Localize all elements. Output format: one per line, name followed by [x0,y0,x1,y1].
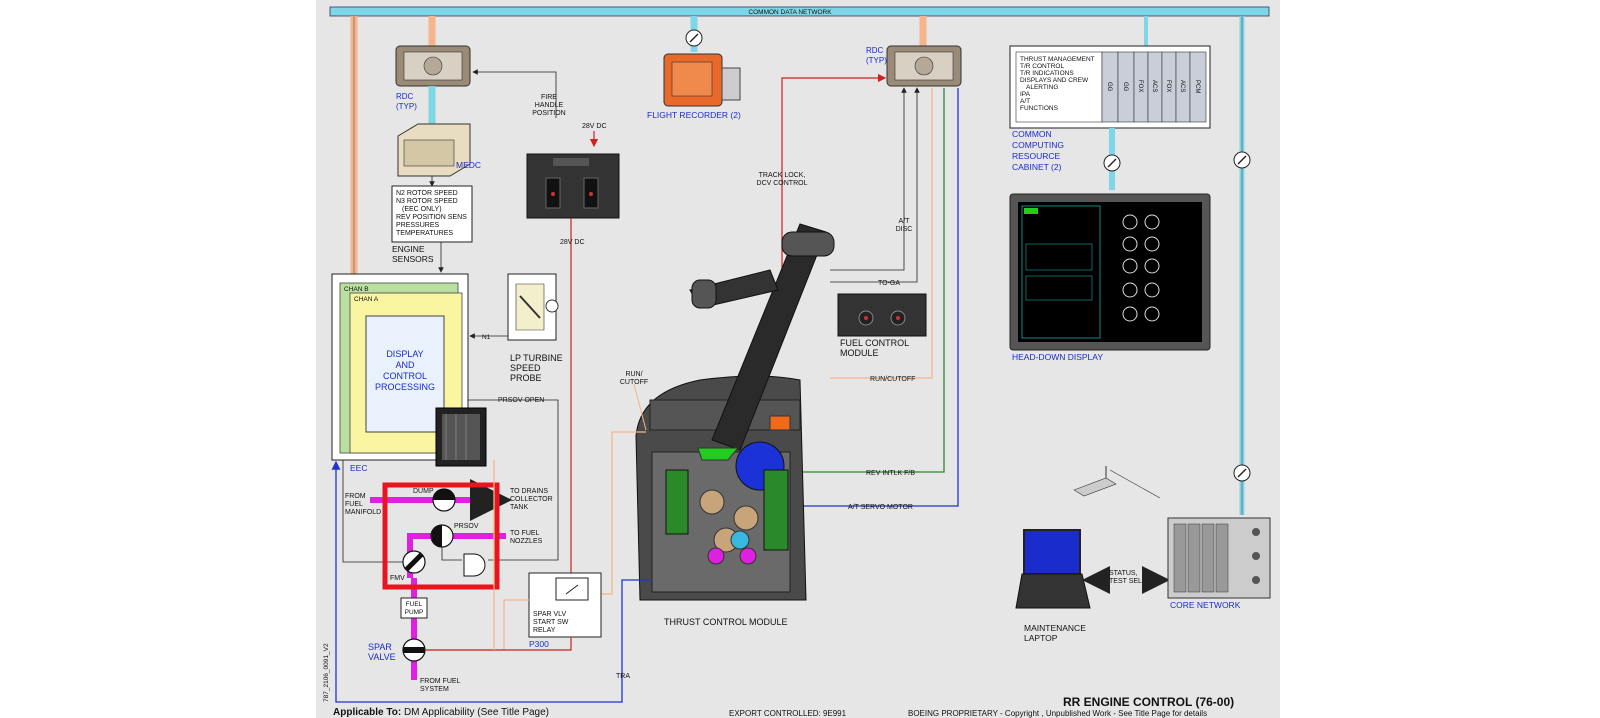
prsov-open-label: PRSOV OPEN [498,397,544,404]
thrust-control-module-label: THRUST CONTROL MODULE [664,617,788,627]
fmv-label: FMV [390,575,405,582]
switch-icon [1103,154,1121,172]
at-disc-label: A/T DISC [896,218,913,233]
ccr-card-2: GG [1122,82,1128,92]
fuel-control-module-label: FUEL CONTROL MODULE [840,338,909,358]
to-fuel-nozzles-label: TO FUEL NOZZLES [510,530,543,545]
antenna-icon [1073,466,1161,499]
thrust-control-module[interactable] [635,223,835,601]
proprietary-notice: BOEING PROPRIETARY - Copyright , Unpubli… [908,709,1208,718]
dump-valve-icon [432,488,456,512]
bus-label: COMMON DATA NETWORK [748,9,832,16]
n1-label: N1 [482,334,491,341]
ccr-card-7: PCM [1194,80,1200,93]
ccr-card-5: FOX [1165,80,1171,92]
head-down-display[interactable] [1009,193,1211,351]
lp-turbine-probe[interactable] [507,273,559,341]
run-cutoff-right-label: RUN/CUTOFF [870,376,915,383]
at-servo-label: A/T SERVO MOTOR [848,504,913,511]
dc28-bottom-label: 28V DC [560,239,585,246]
rdc-right[interactable] [886,45,962,87]
fire-handle-panel[interactable] [526,153,620,219]
rdc-left[interactable] [395,45,471,87]
ccr-card-6: ACS [1179,80,1185,92]
from-fuel-manifold-label: FROM FUEL MANIFOLD [345,493,381,516]
ccr-label: COMMON COMPUTING RESOURCE CABINET (2) [1012,129,1064,172]
ccr-card-4: ACS [1151,80,1157,92]
engine-control-diagram: COMMON DATA NETWORK RDC (TYP) MEDC N2 ROT… [323,6,1271,703]
switch-icon [1233,464,1251,482]
fuel-control-module[interactable] [837,293,927,337]
rev-intlk-label: REV INTLK F/B [866,470,915,477]
rev-intlk-wire [786,88,945,473]
maintenance-laptop-label: MAINTENANCE LAPTOP [1024,623,1086,643]
spar-valve-label: SPAR VALVE [368,642,396,662]
spar-valve-control-wire [425,599,529,651]
eec-label: EEC [350,463,367,473]
spar-valve-icon[interactable] [402,638,426,662]
applicable-to: Applicable To: DM Applicability (See Tit… [333,707,549,718]
ccr-card-3: FOX [1137,80,1143,92]
chan-a-label: CHAN A [354,296,379,303]
applicable-value: DM Applicability (See Title Page) [403,707,550,718]
fuel-pump-label: FUEL PUMP [405,601,424,616]
rdc-right-label: RDC (TYP) [866,46,887,65]
to-ga-label: TO-GA [878,280,900,287]
chan-b-label: CHAN B [344,286,369,293]
switch-icon [1233,151,1251,169]
head-down-display-label: HEAD-DOWN DISPLAY [1012,352,1103,362]
page-title: RR ENGINE CONTROL (76-00) [1063,695,1235,709]
from-fuel-system-label: FROM FUEL SYSTEM [420,678,461,693]
relay-to-spar-wire [425,637,572,651]
track-lock-label: TRACK LOCK, DCV CONTROL [757,172,808,187]
export-notice: EXPORT CONTROLLED: 9E991 [729,709,847,718]
core-network-label: CORE NETWORK [1170,600,1241,610]
ccr-card-1: GG [1106,82,1112,92]
prsov-valve-icon [430,524,454,548]
flight-recorder-label: FLIGHT RECORDER (2) [647,110,741,120]
eec-unit-icon [435,407,487,467]
dc28-top-label: 28V DC [582,123,607,130]
dump-label: DUMP [413,488,434,495]
p300-label: P300 [529,639,549,649]
at-disc-wire [830,87,907,271]
to-drains-label: TO DRAINS COLLECTOR TANK [510,488,553,511]
flight-recorder[interactable] [663,53,741,107]
rdc-left-label: RDC (TYP) [396,92,417,111]
core-network-rack[interactable] [1167,517,1271,599]
switch-icon [685,29,703,47]
status-test-label: STATUS, TEST SEL [1109,570,1142,585]
prsov-actuator-icon [463,553,486,577]
fire-handle-label: FIRE HANDLE POSITION [532,94,565,117]
medc-label: MEDC [456,160,481,170]
run-cutoff-left-label: RUN/CUTOFF [620,371,648,386]
maintenance-laptop[interactable] [1015,529,1091,609]
drawing-id: 787_2106_0091_V2 [323,643,330,702]
engine-sensors-label: ENGINE SENSORS [392,244,434,264]
lp-probe-label: LP TURBINE SPEED PROBE [510,353,563,383]
tra-label: TRA [616,673,630,680]
applicable-label: Applicable To: [333,707,402,718]
fmv-valve-icon [402,550,426,574]
prsov-label: PRSOV [454,523,479,530]
